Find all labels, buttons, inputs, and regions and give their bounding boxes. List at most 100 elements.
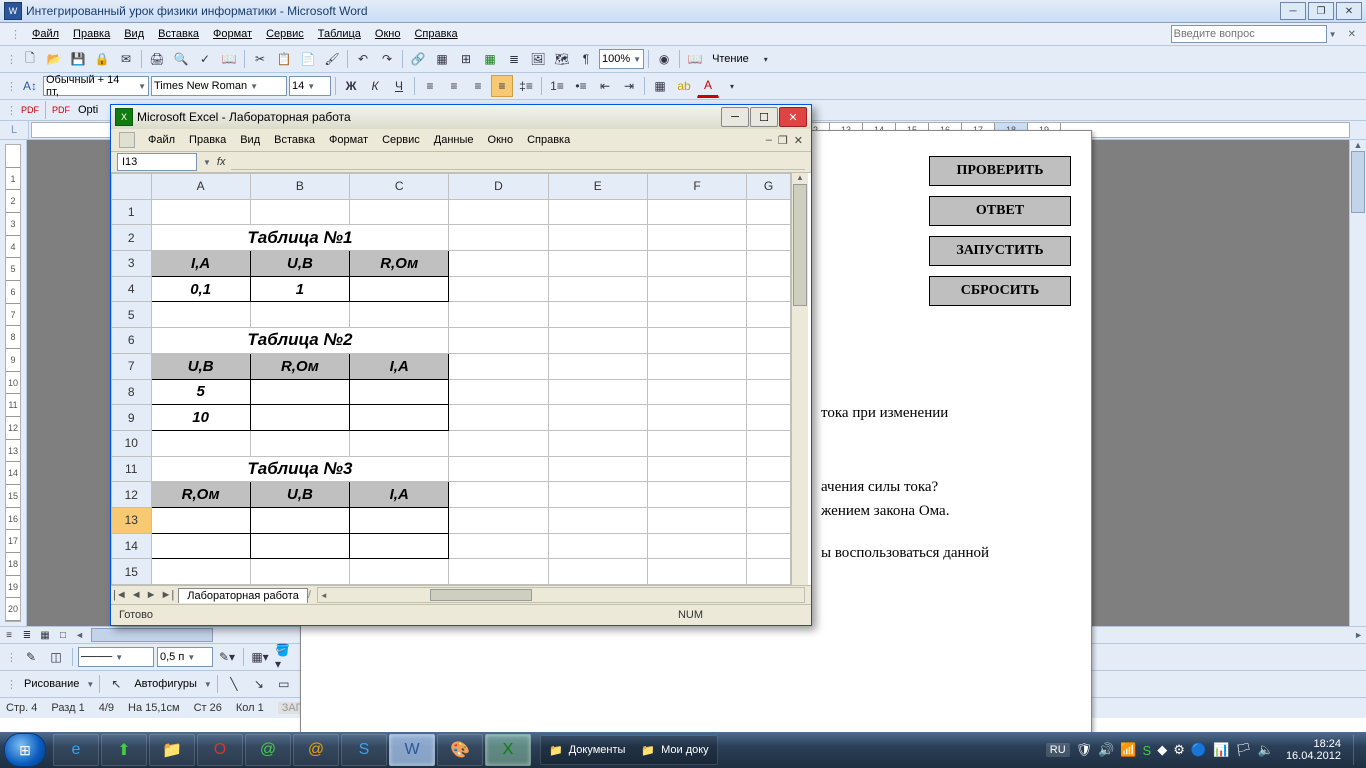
redo-icon[interactable]: ↷ (376, 48, 398, 70)
show-hide-icon[interactable]: ¶ (575, 48, 597, 70)
excel-menu-tools[interactable]: Сервис (375, 132, 427, 148)
cell[interactable]: R,Ом (350, 251, 449, 277)
font-combo[interactable]: Times New Roman▼ (151, 76, 287, 96)
formula-input[interactable] (231, 155, 805, 170)
cell[interactable]: 5 (151, 379, 250, 405)
email-icon[interactable]: ✉ (115, 48, 137, 70)
fontsize-combo[interactable]: 14▼ (289, 76, 331, 96)
spell-icon[interactable]: ✓ (194, 48, 216, 70)
excel-wb-close-icon[interactable]: ✕ (794, 134, 803, 147)
align-justify-icon[interactable]: ≡ (491, 75, 513, 97)
taskbar-word-icon[interactable]: W (389, 734, 435, 766)
select-all-corner[interactable] (112, 174, 152, 200)
excel-menu-edit[interactable]: Правка (182, 132, 233, 148)
cell[interactable]: I,A (350, 353, 449, 379)
cell[interactable]: 0,1 (151, 276, 250, 302)
draw-table-icon[interactable]: ✎ (20, 646, 42, 668)
row-header[interactable]: 9 (112, 405, 152, 431)
excel-menu-data[interactable]: Данные (427, 132, 481, 148)
cell[interactable] (350, 379, 449, 405)
read-icon[interactable]: 📖 (684, 48, 706, 70)
new-doc-icon[interactable]: 🗋 (19, 48, 41, 70)
menu-edit[interactable]: Правка (66, 26, 117, 42)
taskbar-explorer-icon[interactable]: 📁 (149, 734, 195, 766)
excel-menu-insert[interactable]: Вставка (267, 132, 322, 148)
excel-titlebar[interactable]: X Microsoft Excel - Лабораторная работа … (111, 105, 811, 129)
reset-button[interactable]: СБРОСИТЬ (929, 276, 1071, 306)
cell[interactable]: U,B (151, 353, 250, 379)
line-icon[interactable]: ╲ (223, 673, 245, 695)
hscroll-thumb[interactable] (91, 628, 213, 642)
indent-icon[interactable]: ⇥ (618, 75, 640, 97)
menu-tools[interactable]: Сервис (259, 26, 311, 42)
show-desktop-button[interactable] (1353, 735, 1362, 765)
research-icon[interactable]: 📖 (218, 48, 240, 70)
align-right-icon[interactable]: ≡ (467, 75, 489, 97)
row-header[interactable]: 1 (112, 199, 152, 225)
tab-first-icon[interactable]: |◄ (111, 589, 129, 601)
excel-control-icon[interactable] (119, 132, 135, 148)
taskbar-paint-icon[interactable]: 🎨 (437, 734, 483, 766)
toolbar-options-icon[interactable]: ▾ (755, 48, 777, 70)
view-web-icon[interactable]: ≣ (18, 627, 36, 643)
line-weight-combo[interactable]: 0,5 п▼ (157, 647, 213, 667)
cell[interactable]: I,A (350, 482, 449, 508)
pdf2-icon[interactable]: PDF (50, 99, 72, 121)
docmap-icon[interactable]: 🗺 (551, 48, 573, 70)
shading-icon[interactable]: 🪣▾ (274, 646, 296, 668)
cell[interactable] (250, 533, 349, 559)
permission-icon[interactable]: 🔒 (91, 48, 113, 70)
tray-icon[interactable]: ⚙ (1173, 742, 1185, 758)
tab-next-icon[interactable]: ► (144, 589, 159, 601)
excel-hscrollbar[interactable]: ◄ (317, 587, 805, 603)
undo-icon[interactable]: ↶ (352, 48, 374, 70)
print-icon[interactable]: 🖨 (146, 48, 168, 70)
row-header[interactable]: 2 (112, 225, 152, 251)
run-button[interactable]: ЗАПУСТИТЬ (929, 236, 1071, 266)
cell[interactable] (250, 405, 349, 431)
view-print-icon[interactable]: ▦ (36, 627, 54, 643)
line-style-combo[interactable]: ────▼ (78, 647, 154, 667)
cell[interactable] (350, 405, 449, 431)
row-header[interactable]: 3 (112, 251, 152, 277)
zoom-combo[interactable]: 100%▼ (599, 49, 644, 69)
answer-button[interactable]: ОТВЕТ (929, 196, 1071, 226)
close-menubar-icon[interactable]: ✕ (1348, 29, 1356, 40)
highlight-icon[interactable]: ab (673, 75, 695, 97)
col-header[interactable]: C (350, 174, 449, 200)
excel-minimize-button[interactable]: ─ (721, 107, 749, 127)
tray-shield-icon[interactable]: 🛡 (1076, 742, 1093, 758)
col-header[interactable]: E (548, 174, 647, 200)
row-header[interactable]: 15 (112, 559, 152, 585)
excel-menu-format[interactable]: Формат (322, 132, 375, 148)
row-header[interactable]: 7 (112, 353, 152, 379)
borders-menu-icon[interactable]: ▦▾ (249, 646, 271, 668)
excel-wb-restore-icon[interactable]: ❐ (778, 134, 788, 147)
fx-icon[interactable]: fx (217, 156, 226, 168)
excel-window[interactable]: X Microsoft Excel - Лабораторная работа … (110, 104, 812, 626)
bold-icon[interactable]: Ж (340, 75, 362, 97)
scroll-right-icon[interactable]: ► (1351, 630, 1366, 640)
read-label[interactable]: Чтение (708, 53, 753, 65)
tray-flag-icon[interactable]: 🏳 (1235, 742, 1252, 758)
excel-icon[interactable]: ▦ (479, 48, 501, 70)
menu-file[interactable]: Файл (25, 26, 66, 42)
scroll-left-icon[interactable]: ◄ (72, 630, 87, 640)
taskbar-opera-icon[interactable]: O (197, 734, 243, 766)
row-header[interactable]: 10 (112, 430, 152, 456)
tray-speaker-icon[interactable]: 🔈 (1258, 742, 1274, 758)
insert-table-icon[interactable]: ⊞ (455, 48, 477, 70)
menu-insert[interactable]: Вставка (151, 26, 206, 42)
eraser-icon[interactable]: ◫ (45, 646, 67, 668)
taskbar-ie-icon[interactable]: e (53, 734, 99, 766)
close-button[interactable]: ✕ (1336, 2, 1362, 20)
sheet-tab[interactable]: Лабораторная работа (178, 588, 308, 603)
autoshapes-menu[interactable]: Автофигуры (130, 678, 201, 690)
ask-question-input[interactable] (1171, 25, 1327, 43)
align-center-icon[interactable]: ≡ (443, 75, 465, 97)
cell[interactable]: U,B (250, 251, 349, 277)
tray-icon[interactable]: ◆ (1157, 742, 1167, 758)
menu-format[interactable]: Формат (206, 26, 259, 42)
excel-vscrollbar[interactable]: ▲ (791, 173, 808, 585)
align-left-icon[interactable]: ≡ (419, 75, 441, 97)
